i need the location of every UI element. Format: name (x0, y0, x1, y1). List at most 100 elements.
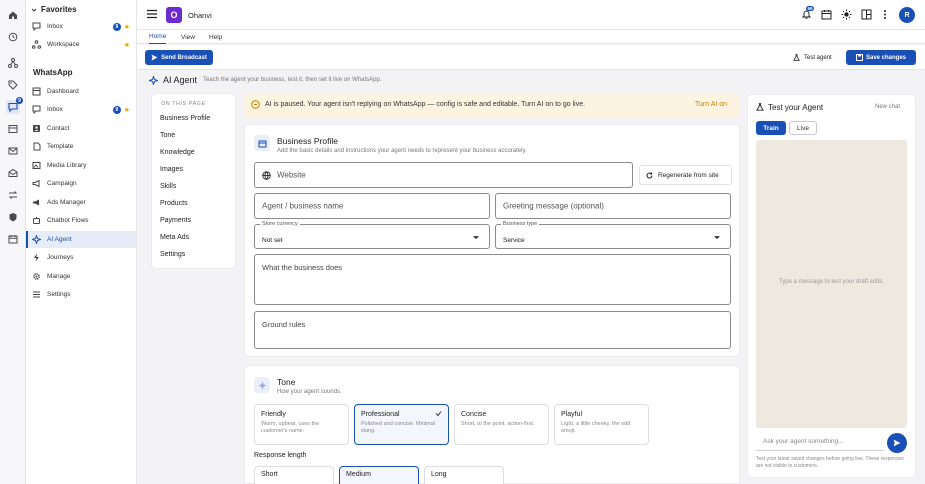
on-this-page-link-meta-ads[interactable]: Meta Ads (160, 234, 189, 241)
sidebar-item-inbox[interactable]: Inbox 9 ★ (26, 101, 136, 118)
on-this-page-link-products[interactable]: Products (160, 200, 188, 207)
business-profile-card: Business Profile Add the basic details a… (244, 124, 740, 357)
length-option-title: Medium (346, 471, 371, 478)
workspace-icon (32, 40, 41, 49)
inbox-icon (32, 105, 41, 114)
dropdown-arrow-icon (473, 235, 479, 239)
sidebar-item-label: Settings (47, 291, 71, 298)
history-icon[interactable] (6, 30, 20, 44)
length-option-title: Short (261, 471, 278, 478)
greeting-message-field[interactable]: Greeting message (optional) (495, 193, 731, 219)
layout-panel-icon[interactable] (861, 9, 872, 20)
tone-option-friendly[interactable]: Friendly Warm, upbeat, uses the customer… (254, 404, 349, 445)
sidebar-item-ads-manager[interactable]: Ads Manager (26, 194, 136, 211)
sidebar-item-journeys[interactable]: Journeys (26, 249, 136, 266)
on-this-page-link-settings[interactable]: Settings (160, 251, 185, 258)
tone-option-desc: Short, to the point, action-first. (461, 421, 535, 427)
send-icon (893, 439, 901, 447)
chat-input[interactable]: Ask your agent something... (756, 434, 884, 451)
dashboard-icon (32, 87, 41, 96)
agent-name-field[interactable]: Agent / business name (254, 193, 490, 219)
hamburger-menu-icon[interactable] (146, 9, 158, 19)
mail-open-icon[interactable] (6, 166, 20, 180)
favorite-item-workspace[interactable]: Workspace ★ (26, 36, 136, 53)
tone-option-playful[interactable]: Playful Light, a little cheeky, the odd … (554, 404, 649, 445)
sidebar-item-dashboard[interactable]: Dashboard (26, 83, 136, 100)
favorite-item-inbox[interactable]: Inbox 9 ★ (26, 18, 136, 35)
on-this-page-link-skills[interactable]: Skills (160, 183, 176, 190)
network-icon[interactable] (6, 56, 20, 70)
send-message-button[interactable] (887, 433, 907, 453)
star-icon[interactable]: ★ (124, 106, 130, 114)
theme-sun-icon[interactable] (841, 9, 852, 20)
sidebar-item-label: Contact (47, 125, 70, 132)
send-broadcast-button[interactable]: Send Broadcast (145, 50, 213, 65)
length-option-long[interactable]: Long (424, 466, 504, 484)
favorites-header[interactable]: Favorites (31, 5, 77, 14)
warning-icon (251, 100, 260, 109)
badge-icon[interactable] (6, 210, 20, 224)
sidebar-item-settings[interactable]: Settings (26, 286, 136, 303)
tone-option-desc: Warm, upbeat, uses the customer's name. (261, 421, 320, 435)
on-this-page-link-images[interactable]: Images (160, 166, 183, 173)
website-field[interactable]: Website (254, 162, 633, 188)
tag-icon[interactable] (6, 78, 20, 92)
website-placeholder: Website (277, 170, 306, 180)
sidebar-item-campaign[interactable]: Campaign (26, 175, 136, 192)
notifications-bell-icon[interactable]: 99 (801, 6, 815, 20)
test-agent-button[interactable]: Test agent (793, 54, 832, 61)
sidebar-item-label: Template (47, 143, 74, 150)
tab-home[interactable]: Home (149, 30, 167, 44)
sidebar-item-manage[interactable]: Manage (26, 268, 136, 285)
dropdown-arrow-icon (714, 235, 720, 239)
on-this-page-link-business-profile[interactable]: Business Profile (160, 115, 210, 122)
page-header: AI Agent Teach the agent your business, … (149, 75, 381, 85)
app-logo[interactable]: O (166, 7, 182, 23)
more-vertical-icon[interactable] (882, 9, 888, 20)
globe-icon (262, 171, 271, 180)
tone-option-concise[interactable]: Concise Short, to the point, action-firs… (454, 404, 549, 445)
sidebar-item-media-library[interactable]: Media Library (26, 157, 136, 174)
calendar-icon[interactable] (821, 9, 832, 20)
page-title: AI Agent (163, 75, 198, 85)
star-icon[interactable]: ★ (124, 41, 130, 49)
whatsapp-chat-icon[interactable]: 9 (6, 97, 23, 114)
tone-sparkle-icon (254, 377, 270, 393)
tab-help[interactable]: Help (209, 30, 222, 44)
new-chat-button[interactable]: New chat (875, 104, 900, 110)
swap-icon[interactable] (6, 188, 20, 202)
sidebar-item-ai-agent[interactable]: AI Agent (26, 231, 136, 248)
turn-ai-on-link[interactable]: Turn AI on (695, 101, 727, 108)
length-option-short[interactable]: Short (254, 466, 334, 484)
tone-option-desc: Light, a little cheeky, the odd emoji. (561, 421, 631, 435)
avatar-letter: R (904, 11, 910, 19)
sidebar-item-label: Ads Manager (47, 199, 86, 206)
star-icon[interactable]: ★ (124, 23, 130, 31)
tone-option-professional[interactable]: Professional Polished and concise. Minim… (354, 404, 449, 445)
avatar[interactable]: R (899, 7, 915, 23)
on-this-page-link-knowledge[interactable]: Knowledge (160, 149, 195, 156)
chat-area: Type a message to test your draft edits. (756, 140, 907, 428)
on-this-page-heading: ON THIS PAGE (161, 101, 206, 107)
business-type-select[interactable]: Business type Service (495, 221, 731, 249)
sidebar-item-contact[interactable]: Contact (26, 120, 136, 137)
sidebar-item-chatbot-flows[interactable]: Chatbot Flows (26, 212, 136, 229)
on-this-page-link-tone[interactable]: Tone (160, 132, 175, 139)
on-this-page-link-payments[interactable]: Payments (160, 217, 191, 224)
save-changes-button[interactable]: Save changes (846, 50, 916, 65)
tab-view[interactable]: View (181, 30, 195, 44)
sidebar-item-template[interactable]: Template (26, 138, 136, 155)
ribbon-tabs: Home View Help (137, 30, 925, 44)
store-currency-select[interactable]: Store currency Not set (254, 221, 490, 249)
calendar-icon[interactable] (6, 232, 20, 246)
length-option-medium[interactable]: Medium (339, 466, 419, 484)
regenerate-from-site-button[interactable]: Regenerate from site (639, 165, 732, 185)
mail-icon[interactable] (6, 144, 20, 158)
home-icon[interactable] (6, 8, 20, 22)
what-business-does-textarea[interactable]: What the business does (254, 254, 731, 305)
live-mode-button[interactable]: Live (789, 121, 817, 135)
ground-rules-textarea[interactable]: Ground rules (254, 311, 731, 349)
send-icon (151, 54, 158, 61)
calendar-grid-icon[interactable] (6, 122, 20, 136)
train-mode-button[interactable]: Train (756, 121, 786, 135)
